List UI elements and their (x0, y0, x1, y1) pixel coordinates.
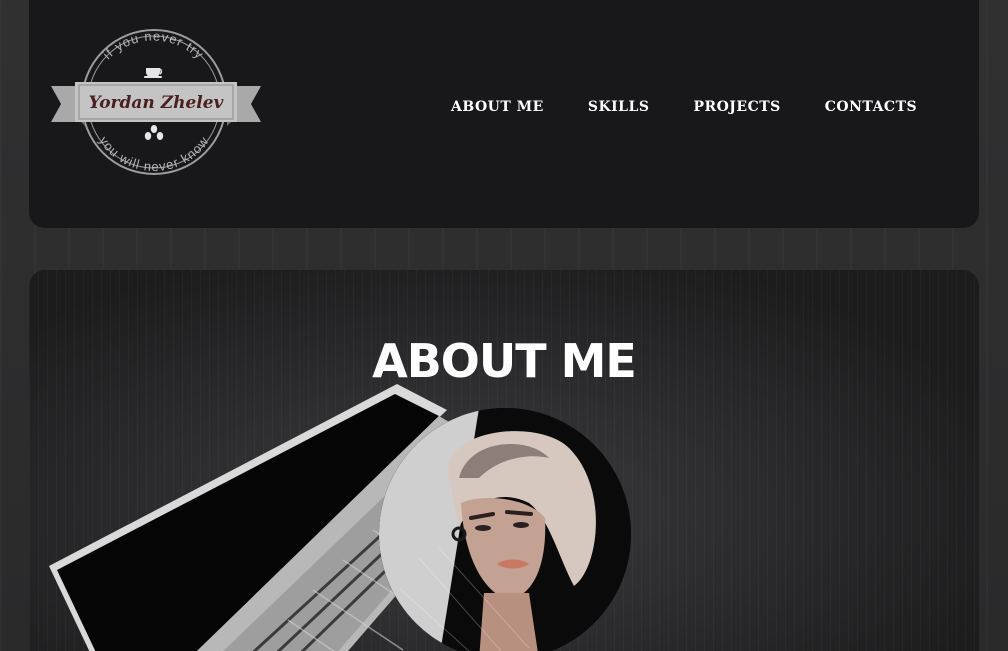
logo-name: Yordan Zhelev (89, 93, 225, 113)
page: if you never try you will never know Yor… (0, 0, 1008, 651)
nav-item-about-me[interactable]: ABOUT ME (451, 96, 544, 118)
avatar-illustration (379, 408, 631, 651)
site-logo[interactable]: if you never try you will never know Yor… (51, 26, 261, 180)
svg-text:you will never know: you will never know (96, 133, 212, 174)
logo-top-text: if you never try (100, 28, 206, 62)
coffee-beans-icon (144, 125, 164, 140)
svg-text:if you never try: if you never try (100, 28, 207, 62)
logo-badge: if you never try you will never know Yor… (51, 28, 261, 175)
main-nav: ABOUT ME SKILLS PROJECTS CONTACTS (451, 96, 917, 118)
nav-item-projects[interactable]: PROJECTS (693, 96, 780, 118)
profile-avatar (379, 408, 631, 651)
about-title: ABOUT ME (372, 333, 637, 388)
about-section: ABOUT ME (29, 270, 979, 651)
coffee-cup-icon (144, 68, 163, 78)
logo-bottom-text: you will never know (96, 133, 211, 174)
site-header: if you never try you will never know Yor… (29, 0, 979, 228)
nav-item-skills[interactable]: SKILLS (588, 96, 650, 118)
nav-item-contacts[interactable]: CONTACTS (825, 96, 917, 118)
